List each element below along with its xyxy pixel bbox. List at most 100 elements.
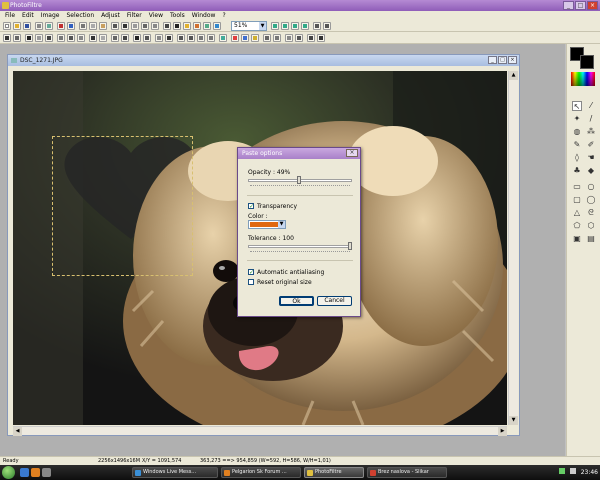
gamma-up-icon[interactable] [99, 34, 107, 42]
menu-image[interactable]: Image [38, 11, 63, 20]
selection-tool-icon[interactable]: ↖ [572, 101, 582, 111]
scroll-left-icon[interactable]: ◀ [13, 427, 22, 436]
line-icon[interactable]: / [586, 114, 596, 124]
contour-icon[interactable] [165, 34, 173, 42]
contrast-down-icon[interactable] [45, 34, 53, 42]
save-icon[interactable] [23, 22, 31, 30]
scroll-up-icon[interactable]: ▲ [509, 71, 518, 80]
advanced-brush-icon[interactable]: ✐ [586, 140, 596, 150]
doc-close-button[interactable]: × [508, 56, 517, 64]
plugin-icon[interactable] [295, 34, 303, 42]
color-balance-icon[interactable] [231, 34, 239, 42]
auto-levels-icon[interactable] [3, 34, 11, 42]
firefox-icon[interactable] [31, 468, 40, 477]
show-desktop-icon[interactable] [42, 468, 51, 477]
menu-selection[interactable]: Selection [63, 11, 97, 20]
brush-icon[interactable]: ✎ [572, 140, 582, 150]
menu-filter[interactable]: Filter [124, 11, 145, 20]
color-spectrum[interactable] [571, 72, 595, 86]
background-color[interactable] [580, 55, 594, 69]
folder-icon[interactable] [183, 22, 191, 30]
chevron-down-icon[interactable]: ▼ [259, 22, 266, 30]
contrast-up-icon[interactable] [57, 34, 65, 42]
redo-icon[interactable] [67, 22, 75, 30]
explorer-icon[interactable] [213, 22, 221, 30]
shape-fill-icon[interactable]: ▣ [572, 234, 582, 244]
vertical-scrollbar[interactable]: ▲ ▼ [508, 71, 518, 425]
shape-outline-icon[interactable]: ▤ [586, 234, 596, 244]
ellipse-icon[interactable]: ○ [586, 182, 596, 192]
palette-icon[interactable] [193, 22, 201, 30]
text-icon[interactable] [173, 22, 181, 30]
print-icon[interactable] [35, 22, 43, 30]
sepia-icon[interactable] [143, 34, 151, 42]
rotate-icon[interactable] [141, 22, 149, 30]
menu-window[interactable]: Window [189, 11, 219, 20]
transparency-checkbox[interactable]: ✓ [248, 203, 254, 210]
module-icon[interactable] [285, 34, 293, 42]
brightness-down-icon[interactable] [25, 34, 33, 42]
close-button[interactable]: × [587, 1, 598, 10]
saturation-up-icon[interactable] [77, 34, 85, 42]
horizontal-scrollbar[interactable]: ◀ ▶ [13, 426, 507, 436]
color-picker-icon[interactable]: ⁄ [586, 101, 596, 111]
lasso-icon[interactable]: ᘓ [586, 208, 596, 218]
automation-icon[interactable] [203, 22, 211, 30]
stamp-icon[interactable]: ♣ [572, 166, 582, 176]
ie-icon[interactable] [20, 468, 29, 477]
zoom-select[interactable]: 51% ▼ [231, 21, 267, 31]
menu-tools[interactable]: Tools [167, 11, 188, 20]
cut-icon[interactable] [79, 22, 87, 30]
star-icon[interactable]: ⬡ [586, 221, 596, 231]
grayscale-icon[interactable] [133, 34, 141, 42]
layers-icon[interactable] [307, 34, 315, 42]
rgb-icon[interactable] [241, 34, 249, 42]
opacity-slider[interactable] [248, 176, 352, 189]
chevron-down-icon[interactable]: ▼ [278, 221, 285, 228]
cancel-button[interactable]: Cancel [317, 296, 352, 306]
fit-screen-icon[interactable] [301, 22, 309, 30]
gradient-icon[interactable] [219, 34, 227, 42]
polygon-icon[interactable]: ⬠ [572, 221, 582, 231]
taskbar-item-paint[interactable]: Brez naslova - Slikar [367, 467, 447, 478]
doc-maximize-button[interactable]: □ [498, 56, 507, 64]
zoom-out-icon[interactable] [281, 22, 289, 30]
doc-minimize-button[interactable]: _ [488, 56, 497, 64]
clone-icon[interactable]: ◆ [586, 166, 596, 176]
open-folder-icon[interactable] [13, 22, 21, 30]
tolerance-thumb[interactable] [348, 242, 352, 250]
mask-icon[interactable] [263, 34, 271, 42]
rounded-rect-icon[interactable]: ▢ [572, 195, 582, 205]
zoom-in-icon[interactable] [271, 22, 279, 30]
scroll-down-icon[interactable]: ▼ [509, 416, 518, 425]
fill-bucket-icon[interactable]: ◍ [572, 127, 582, 137]
saturation-down-icon[interactable] [67, 34, 75, 42]
opacity-thumb[interactable] [297, 176, 301, 184]
finger-icon[interactable]: ☚ [586, 153, 596, 163]
crop-icon[interactable] [131, 22, 139, 30]
taskbar-item-forum[interactable]: Pelgarion Sk Forum ... [221, 467, 301, 478]
canvas-size-icon[interactable] [121, 22, 129, 30]
settings-icon[interactable] [317, 34, 325, 42]
auto-contrast-icon[interactable] [13, 34, 21, 42]
image-size-icon[interactable] [111, 22, 119, 30]
menu-help[interactable]: ? [219, 11, 228, 20]
undo-icon[interactable] [57, 22, 65, 30]
oval-icon[interactable]: ◯ [586, 195, 596, 205]
dialog-title-bar[interactable]: Paste options × [238, 148, 360, 159]
blur-drop-icon[interactable]: ◊ [572, 153, 582, 163]
tolerance-slider[interactable] [248, 242, 352, 255]
frame-icon[interactable] [273, 34, 281, 42]
resize-icon[interactable] [151, 22, 159, 30]
network-icon[interactable] [558, 468, 565, 474]
selection-marquee[interactable] [52, 136, 193, 276]
variations-icon[interactable] [251, 34, 259, 42]
flip-horizontal-icon[interactable] [177, 34, 185, 42]
scan-icon[interactable] [45, 22, 53, 30]
menu-file[interactable]: File [2, 11, 18, 20]
menu-view[interactable]: View [146, 11, 166, 20]
minimize-button[interactable]: _ [563, 1, 574, 10]
taskbar-item-photofiltre[interactable]: PhotoFiltre [304, 467, 364, 478]
maximize-button[interactable]: □ [575, 1, 586, 10]
new-file-icon[interactable] [3, 22, 11, 30]
